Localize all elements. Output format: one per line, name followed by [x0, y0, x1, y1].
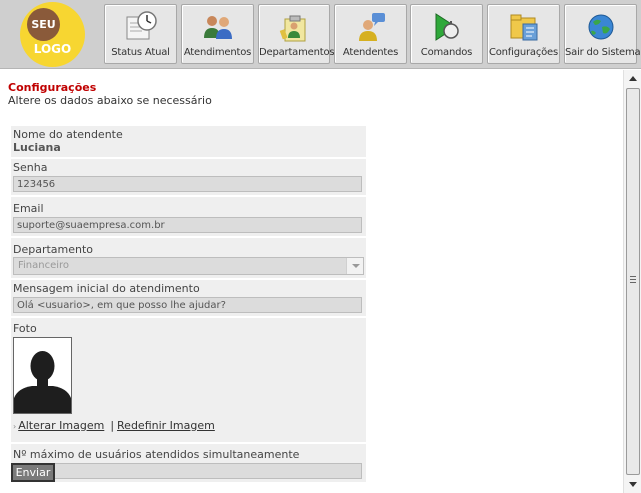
globe-exit-icon	[588, 14, 613, 40]
max-users-input[interactable]	[13, 463, 362, 479]
avatar	[13, 337, 72, 414]
page-subtitle: Altere os dados abaixo se necessário	[8, 94, 212, 107]
nav-label: Departamentos	[259, 47, 335, 58]
bullet-icon: ›	[13, 422, 17, 431]
password-row: Senha	[11, 159, 366, 197]
logo-text-seu: SEU	[27, 8, 60, 41]
photo-label: Foto	[13, 322, 37, 335]
email-input[interactable]	[13, 217, 362, 233]
nav-label: Status Atual	[111, 47, 170, 58]
nav-atendentes-button[interactable]: Atendentes	[334, 4, 407, 64]
department-select[interactable]: Financeiro	[13, 257, 364, 275]
settings-form: Nome do atendente Luciana Senha Email De…	[11, 126, 366, 484]
initial-message-label: Mensagem inicial do atendimento	[13, 282, 200, 295]
password-input[interactable]	[13, 176, 362, 192]
submit-button[interactable]: Enviar	[11, 463, 55, 482]
department-label: Departamento	[13, 243, 94, 256]
photo-actions: › Alterar Imagem | Redefinir Imagem	[13, 419, 364, 432]
commands-icon	[435, 13, 459, 41]
page-title: Configurações	[8, 81, 97, 94]
nav-label: Configurações	[488, 47, 559, 58]
agent-icon	[358, 13, 385, 41]
change-image-link[interactable]: Alterar Imagem	[18, 419, 104, 432]
reset-image-link[interactable]: Redefinir Imagem	[117, 419, 215, 432]
password-label: Senha	[13, 161, 48, 174]
max-users-row: Nº máximo de usuários atendidos simultan…	[11, 444, 366, 484]
vertical-scrollbar[interactable]	[623, 70, 641, 493]
nav-label: Atendimentos	[183, 47, 252, 58]
agent-name-label: Nome do atendente	[13, 128, 123, 141]
scrollbar-thumb[interactable]	[626, 88, 640, 475]
department-selected-value: Financeiro	[18, 260, 70, 271]
nav-label: Atendentes	[342, 47, 399, 58]
initial-message-row: Mensagem inicial do atendimento	[11, 280, 366, 318]
nav-comandos-button[interactable]: Comandos	[410, 4, 483, 64]
email-row: Email	[11, 197, 366, 238]
link-separator: |	[110, 419, 115, 432]
nav-label: Comandos	[420, 47, 473, 58]
content-area: Configurações Altere os dados abaixo se …	[0, 70, 623, 493]
nav-status-atual-button[interactable]: Status Atual	[104, 4, 177, 64]
photo-row: Foto › Alterar Imagem | Redefinir Imagem	[11, 318, 366, 444]
initial-message-input[interactable]	[13, 297, 362, 313]
logo-text-logo: LOGO	[33, 42, 72, 56]
users-icon	[203, 16, 232, 39]
nav-departamentos-button[interactable]: Departamentos	[258, 4, 335, 64]
chevron-down-icon[interactable]	[346, 258, 363, 274]
agent-name-row: Nome do atendente Luciana	[11, 126, 366, 159]
scrollbar-grip-icon	[630, 276, 636, 284]
max-users-label: Nº máximo de usuários atendidos simultan…	[13, 448, 300, 461]
scroll-down-arrow-icon[interactable]	[625, 476, 641, 492]
silhouette-avatar-icon	[14, 338, 71, 413]
agent-name-value: Luciana	[13, 141, 61, 154]
status-clock-icon	[126, 11, 157, 40]
company-logo: SEU LOGO	[20, 2, 85, 67]
email-label: Email	[13, 202, 44, 215]
department-row: Departamento Financeiro	[11, 238, 366, 280]
scroll-up-arrow-icon[interactable]	[625, 71, 641, 87]
settings-icon	[510, 14, 537, 41]
nav-atendimentos-button[interactable]: Atendimentos	[181, 4, 254, 64]
nav-configuracoes-button[interactable]: Configurações	[487, 4, 560, 64]
nav-sair-do-sistema-button[interactable]: Sair do Sistema	[564, 4, 641, 64]
department-icon	[279, 15, 306, 42]
top-navigation-bar: SEU LOGO Status Atual Atendimentos Depar…	[0, 0, 641, 69]
nav-label: Sair do Sistema	[565, 47, 641, 58]
